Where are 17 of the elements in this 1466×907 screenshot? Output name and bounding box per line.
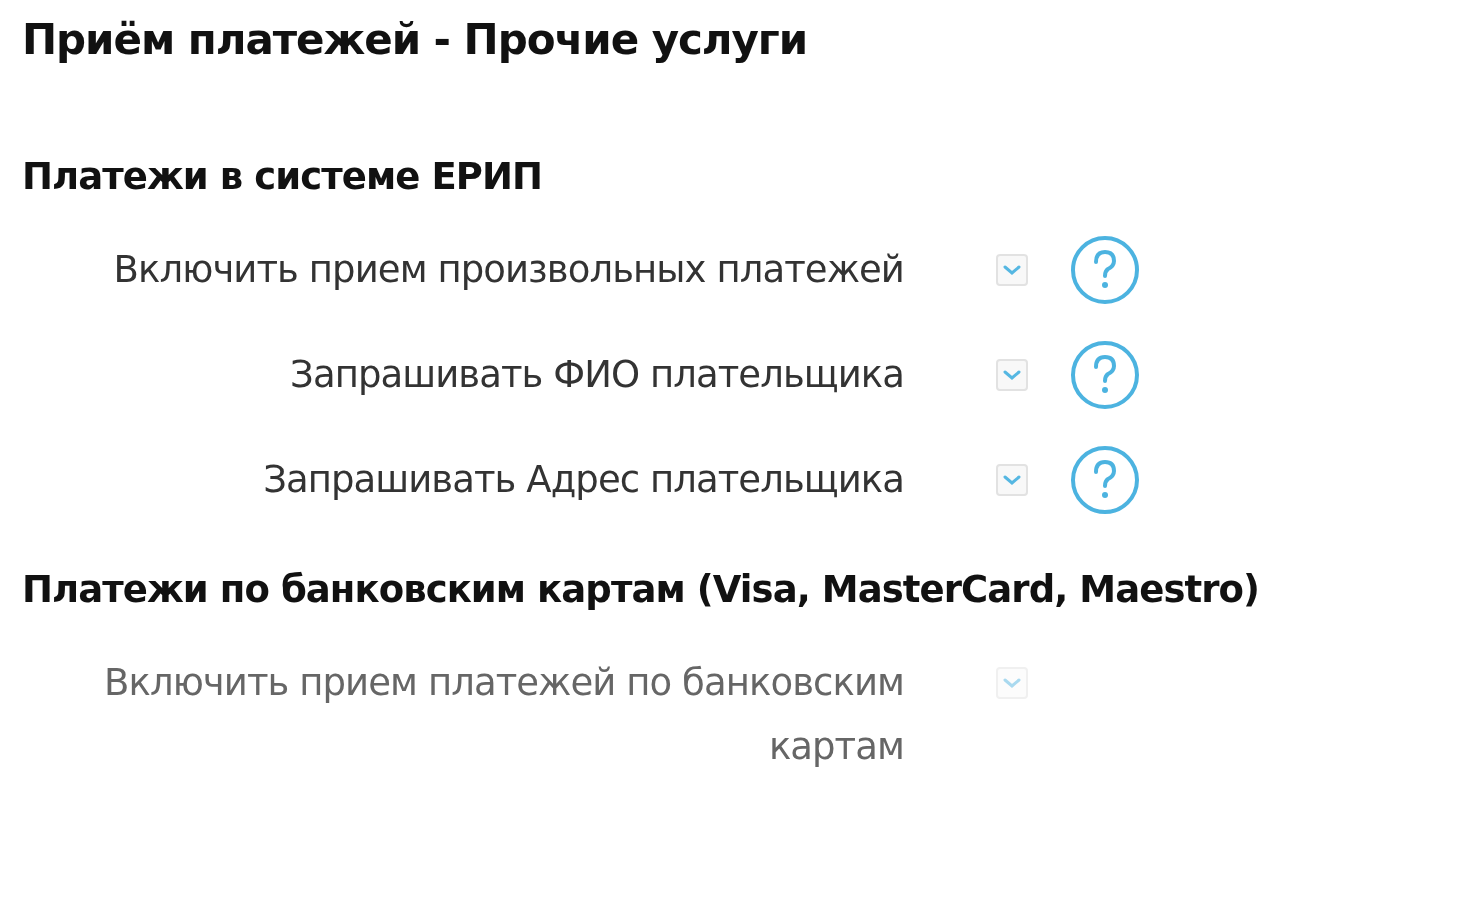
checkmark-icon [1003,474,1021,486]
checkbox[interactable] [996,359,1028,391]
checkmark-icon [1003,264,1021,276]
checkbox[interactable] [996,254,1028,286]
option-label: Запрашивать ФИО плательщика [290,352,904,398]
option-label: Включить прием произвольных платежей [113,247,904,293]
page-title: Приём платежей - Прочие услуги [22,14,809,66]
help-icon[interactable] [1070,340,1140,410]
checkmark-icon [1003,677,1021,689]
checkbox[interactable] [996,464,1028,496]
option-label: Включить прием платежей по банковским картам [103,660,904,770]
section-heading: Платежи по банковским картам (Visa, MasterCard, Maestro) [22,567,1261,613]
checkmark-icon [1003,369,1021,381]
option-label: Запрашивать Адрес плательщика [263,457,904,503]
help-icon[interactable] [1070,445,1140,515]
section-heading: Платежи в системе ЕРИП [22,154,544,200]
help-icon[interactable] [1070,235,1140,305]
